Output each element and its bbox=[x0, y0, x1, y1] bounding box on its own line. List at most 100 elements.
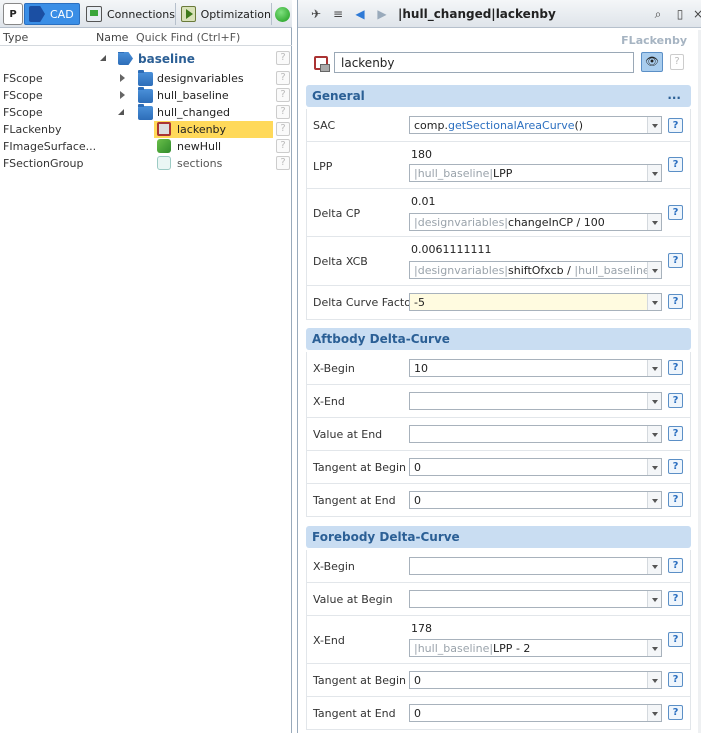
help-icon[interactable]: ? bbox=[668, 558, 683, 573]
help-icon[interactable]: ? bbox=[668, 591, 683, 606]
refresh-button[interactable] bbox=[273, 3, 291, 25]
row-type: FScope bbox=[3, 72, 43, 85]
help-icon[interactable]: ? bbox=[668, 294, 683, 309]
help-icon[interactable]: ? bbox=[276, 139, 290, 153]
dropdown-arrow-icon[interactable] bbox=[647, 214, 661, 230]
copy-icon[interactable]: ▯ bbox=[672, 6, 688, 22]
aft-x-end-combo[interactable] bbox=[409, 392, 662, 410]
help-icon[interactable]: ? bbox=[668, 253, 683, 268]
delta-cp-combo[interactable]: |designvariables|changeInCP / 100 bbox=[409, 213, 662, 231]
tree-row[interactable]: FSectionGroup sections ? bbox=[0, 155, 292, 172]
help-icon[interactable]: ? bbox=[668, 157, 683, 172]
sac-combo[interactable]: comp.getSectionalAreaCurve() bbox=[409, 116, 662, 134]
help-icon[interactable]: ? bbox=[668, 459, 683, 474]
sac-method: getSectionalAreaCurve bbox=[447, 119, 575, 132]
collapse-icon[interactable] bbox=[100, 55, 106, 61]
help-icon[interactable]: ? bbox=[276, 88, 290, 102]
menu-icon[interactable]: ≡ bbox=[330, 6, 346, 22]
dropdown-arrow-icon[interactable] bbox=[647, 426, 661, 442]
label-fore-x-end: X-End bbox=[313, 634, 345, 647]
dropdown-arrow-icon[interactable] bbox=[647, 591, 661, 607]
tab-optimization[interactable]: Optimization bbox=[177, 3, 272, 25]
dropdown-arrow-icon[interactable] bbox=[647, 459, 661, 475]
section-general-header[interactable]: General ... bbox=[306, 85, 691, 107]
tree-row-selected[interactable]: FLackenby lackenby ? bbox=[0, 121, 292, 138]
help-icon[interactable]: ? bbox=[668, 393, 683, 408]
dropdown-arrow-icon[interactable] bbox=[647, 165, 661, 181]
aft-x-begin-combo[interactable]: 10 bbox=[409, 359, 662, 377]
dropdown-arrow-icon[interactable] bbox=[647, 393, 661, 409]
more-options-icon[interactable]: ... bbox=[667, 88, 681, 102]
aft-value-at-end-combo[interactable] bbox=[409, 425, 662, 443]
main-toolbar: P CAD Connections Optimization bbox=[0, 0, 292, 28]
tree-row[interactable]: FScope hull_baseline ? bbox=[0, 87, 292, 104]
help-icon[interactable]: ? bbox=[668, 492, 683, 507]
dropdown-arrow-icon[interactable] bbox=[647, 705, 661, 721]
column-name[interactable]: Name bbox=[96, 31, 128, 44]
dropdown-arrow-icon[interactable] bbox=[647, 640, 661, 656]
tree-row[interactable]: FScope designvariables ? bbox=[0, 70, 292, 87]
expand-icon[interactable] bbox=[120, 91, 125, 99]
quick-find-input[interactable]: Quick Find (Ctrl+F) bbox=[136, 31, 240, 44]
row-name: sections bbox=[177, 157, 223, 170]
dropdown-arrow-icon[interactable] bbox=[647, 117, 661, 133]
pin-icon[interactable]: ✈ bbox=[308, 6, 324, 22]
label-sac: SAC bbox=[313, 119, 336, 132]
fore-value-at-begin-combo[interactable] bbox=[409, 590, 662, 608]
help-icon[interactable]: ? bbox=[668, 632, 683, 647]
dropdown-arrow-icon[interactable] bbox=[647, 262, 661, 278]
dropdown-arrow-icon[interactable] bbox=[647, 360, 661, 376]
delta-curve-factor-combo[interactable]: -5 bbox=[409, 293, 662, 311]
fore-x-end-combo[interactable]: |hull_baseline|LPP - 2 bbox=[409, 639, 662, 657]
help-icon[interactable]: ? bbox=[276, 105, 290, 119]
tab-cad[interactable]: CAD bbox=[24, 3, 80, 25]
help-icon[interactable]: ? bbox=[668, 205, 683, 220]
visibility-eye-button[interactable]: 👁 bbox=[641, 52, 663, 72]
section-forebody-header[interactable]: Forebody Delta-Curve bbox=[306, 526, 691, 548]
help-icon[interactable]: ? bbox=[668, 118, 683, 133]
help-icon[interactable]: ? bbox=[668, 426, 683, 441]
lpp-combo[interactable]: |hull_baseline|LPP bbox=[409, 164, 662, 182]
aft-tangent-at-begin-value: 0 bbox=[414, 461, 421, 474]
dropdown-arrow-icon[interactable] bbox=[647, 294, 661, 310]
help-icon[interactable]: ? bbox=[276, 71, 290, 85]
tree-row-baseline[interactable]: baseline ? bbox=[0, 50, 292, 67]
section-aftbody-header[interactable]: Aftbody Delta-Curve bbox=[306, 328, 691, 350]
label-delta-xcb: Delta XCB bbox=[313, 255, 368, 268]
tree-row[interactable]: FImageSurface... newHull ? bbox=[0, 138, 292, 155]
tab-connections[interactable]: Connections bbox=[82, 3, 176, 25]
fore-tangent-at-end-value: 0 bbox=[414, 707, 421, 720]
object-name-field[interactable]: lackenby bbox=[334, 52, 634, 73]
expand-icon[interactable] bbox=[120, 74, 125, 82]
label-delta-curve-factor: Delta Curve Factor bbox=[313, 296, 416, 309]
dropdown-arrow-icon[interactable] bbox=[647, 672, 661, 688]
help-icon[interactable]: ? bbox=[668, 705, 683, 720]
editor-toolbar: ✈ ≡ ◀ ▶ |hull_changed|lackenby ⌕ ▯ × bbox=[298, 0, 701, 28]
help-icon[interactable]: ? bbox=[668, 360, 683, 375]
label-aft-x-begin: X-Begin bbox=[313, 362, 355, 375]
help-icon[interactable]: ? bbox=[276, 122, 290, 136]
search-icon[interactable]: ⌕ bbox=[650, 6, 666, 22]
help-icon[interactable]: ? bbox=[668, 672, 683, 687]
object-help-icon[interactable]: ? bbox=[670, 54, 684, 70]
dropdown-arrow-icon[interactable] bbox=[647, 492, 661, 508]
tree-column-header: Type Name Quick Find (Ctrl+F) bbox=[0, 29, 292, 46]
back-arrow-icon[interactable]: ◀ bbox=[352, 6, 368, 22]
column-type[interactable]: Type bbox=[3, 31, 28, 44]
help-icon[interactable]: ? bbox=[276, 156, 290, 170]
close-icon[interactable]: × bbox=[690, 6, 701, 22]
aft-tangent-at-begin-combo[interactable]: 0 bbox=[409, 458, 662, 476]
fore-tangent-at-begin-combo[interactable]: 0 bbox=[409, 671, 662, 689]
label-fore-x-begin: X-Begin bbox=[313, 560, 355, 573]
delta-xcb-combo[interactable]: |designvariables|shiftOfxcb / |hull_base… bbox=[409, 261, 662, 279]
help-icon[interactable]: ? bbox=[276, 51, 290, 65]
row-sac: SAC comp.getSectionalAreaCurve() ? bbox=[306, 109, 691, 142]
project-button[interactable]: P bbox=[3, 3, 23, 25]
collapse-icon[interactable] bbox=[118, 109, 124, 115]
fore-x-begin-combo[interactable] bbox=[409, 557, 662, 575]
aft-tangent-at-end-combo[interactable]: 0 bbox=[409, 491, 662, 509]
tree-row[interactable]: FScope hull_changed ? bbox=[0, 104, 292, 121]
fore-tangent-at-end-combo[interactable]: 0 bbox=[409, 704, 662, 722]
dropdown-arrow-icon[interactable] bbox=[647, 558, 661, 574]
forward-arrow-icon[interactable]: ▶ bbox=[374, 6, 390, 22]
